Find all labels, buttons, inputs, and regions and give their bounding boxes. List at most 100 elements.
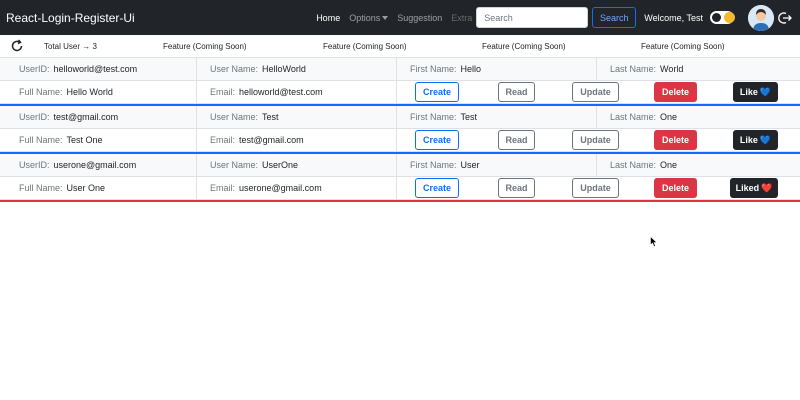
last-name-value: One [660,160,678,170]
last-name-label: Last Name: [610,64,657,74]
user-info-row: UserID: test@gmail.com User Name: Test Fir… [0,106,800,129]
first-name-value: Test [460,112,478,122]
delete-button[interactable]: Delete [654,82,697,102]
create-button[interactable]: Create [415,82,459,102]
full-name-label: Full Name: [19,135,63,145]
feature-coming-soon: Feature (Coming Soon) [323,41,407,51]
read-button[interactable]: Read [498,82,535,102]
first-name-label: First Name: [410,112,457,122]
email-value: test@gmail.com [239,135,304,145]
full-name-cell: Full Name: Hello World [0,81,197,103]
nav-link-extra: Extra [451,12,473,23]
user-id-cell: UserID: userone@gmail.com [0,154,197,176]
nav-dropdown-options[interactable]: Options [349,12,389,23]
like-label: Like [739,87,758,97]
full-name-cell: Full Name: User One [0,177,197,199]
nav-link-suggestion[interactable]: Suggestion [397,13,442,23]
first-name-label: First Name: [410,64,457,74]
email-cell: Email: test@gmail.com [197,129,397,151]
first-name-value: User [460,160,480,170]
create-button[interactable]: Create [415,178,459,198]
nav-dropdown-options-label: Options [349,12,381,23]
email-cell: Email: userone@gmail.com [197,177,397,199]
heart-icon: 💙 [759,86,772,97]
full-name-label: Full Name: [19,183,63,193]
last-name-cell: Last Name: One [597,154,797,176]
delete-button[interactable]: Delete [654,178,697,198]
user-name-label: User Name: [210,160,259,170]
navbar: React-Login-Register-Ui Home Options Sug… [0,0,800,35]
user-name-cell: User Name: HelloWorld [197,58,397,80]
first-name-cell: First Name: User [397,154,597,176]
last-name-value: One [660,112,678,122]
total-user-count: Total User → 3 [44,41,97,51]
user-id-value: helloworld@test.com [53,64,138,74]
user-actions-row: Full Name: Test One Email: test@gmail.com … [0,129,800,152]
refresh-svg [11,39,23,52]
email-label: Email: [210,87,236,97]
refresh-icon[interactable] [10,39,24,55]
logout-svg [778,11,792,24]
last-name-cell: Last Name: One [597,106,797,128]
full-name-value: User One [66,183,106,193]
read-button[interactable]: Read [498,178,535,198]
welcome-text: Welcome, Test [644,12,703,23]
full-name-value: Hello World [66,87,113,97]
last-name-value: World [660,64,684,74]
full-name-cell: Full Name: Test One [0,129,197,151]
caret-down-icon [382,16,389,21]
user-id-cell: UserID: helloworld@test.com [0,58,197,80]
search-button[interactable]: Search [592,7,637,28]
last-name-label: Last Name: [610,112,657,122]
user-info-row: UserID: helloworld@test.com User Name: Hel… [0,58,800,81]
user-name-value: UserOne [262,160,299,170]
user-name-label: User Name: [210,64,259,74]
avatar[interactable] [748,4,774,31]
update-button[interactable]: Update [572,178,619,198]
nav-link-home[interactable]: Home [316,13,340,23]
liked-button[interactable]: Liked ❤️ [730,178,778,198]
full-name-label: Full Name: [19,87,63,97]
logout-icon[interactable] [778,11,792,25]
sun-icon [724,12,735,23]
user-card: UserID: helloworld@test.com User Name: Hel… [0,58,800,106]
email-value: userone@gmail.com [239,183,322,193]
first-name-cell: First Name: Hello [397,58,597,80]
like-button[interactable]: Like 💙 [733,82,778,102]
cursor-svg [650,235,658,247]
update-button[interactable]: Update [572,82,619,102]
user-actions-row: Full Name: Hello World Email: helloworld@t… [0,81,800,104]
last-name-label: Last Name: [610,160,657,170]
like-label: Like [739,135,758,145]
user-card: UserID: test@gmail.com User Name: Test Fir… [0,106,800,154]
like-button[interactable]: Like 💙 [733,130,778,150]
read-button[interactable]: Read [498,130,535,150]
feature-coming-soon: Feature (Coming Soon) [641,41,725,51]
user-name-cell: User Name: UserOne [197,154,397,176]
email-value: helloworld@test.com [239,87,323,97]
first-name-cell: First Name: Test [397,106,597,128]
user-info-row: UserID: userone@gmail.com User Name: UserO… [0,154,800,177]
user-name-label: User Name: [210,112,259,122]
delete-button[interactable]: Delete [654,130,697,150]
subheader: Total User → 3 Feature (Coming Soon) Fea… [0,35,800,58]
like-label: Liked [735,183,760,193]
feature-coming-soon: Feature (Coming Soon) [163,41,247,51]
user-actions-row: Full Name: User One Email: userone@gmail.c… [0,177,800,200]
feature-coming-soon: Feature (Coming Soon) [482,41,566,51]
theme-toggle[interactable] [710,11,735,24]
user-id-label: UserID: [19,64,50,74]
email-cell: Email: helloworld@test.com [197,81,397,103]
create-button[interactable]: Create [415,130,459,150]
heart-icon: ❤️ [761,182,773,193]
user-name-value: HelloWorld [262,64,306,74]
brand-title[interactable]: React-Login-Register-Ui [6,11,135,25]
first-name-value: Hello [460,64,482,74]
mouse-cursor-icon [650,235,658,250]
update-button[interactable]: Update [572,130,619,150]
search-input[interactable] [476,7,589,28]
email-label: Email: [210,183,236,193]
toggle-knob [712,13,721,22]
user-card: UserID: userone@gmail.com User Name: UserO… [0,154,800,202]
user-id-label: UserID: [19,160,50,170]
